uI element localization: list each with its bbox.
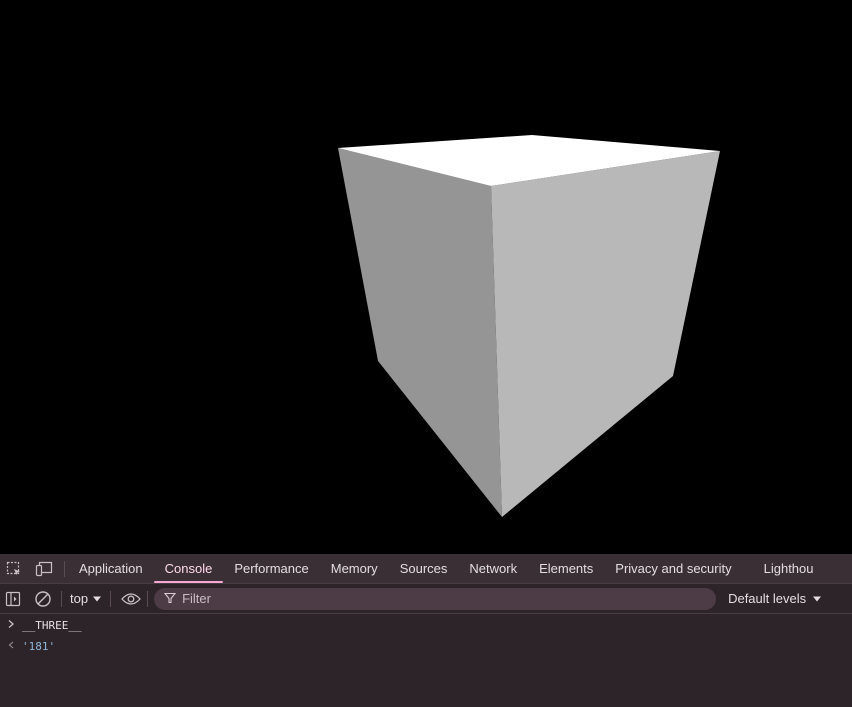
cube-left-face xyxy=(338,148,502,517)
tab-privacy-and-security[interactable]: Privacy and security xyxy=(604,554,742,583)
console-result-text: '181' xyxy=(22,640,56,653)
result-arrow-icon xyxy=(0,640,22,653)
sidebar-toggle-icon[interactable] xyxy=(1,584,25,613)
toolbar-separator xyxy=(110,590,112,607)
console-result-line: '181' xyxy=(0,636,852,657)
clear-console-icon[interactable] xyxy=(31,584,55,613)
caret-down-icon xyxy=(812,591,822,606)
devtools-tabbar: Application Console Performance Memory S… xyxy=(0,554,852,584)
console-toolbar: top Default levels xyxy=(0,584,852,614)
device-toolbar-icon[interactable] xyxy=(32,554,56,583)
tab-elements[interactable]: Elements xyxy=(528,554,604,583)
caret-down-icon xyxy=(92,591,102,606)
tab-sources[interactable]: Sources xyxy=(389,554,459,583)
tab-application[interactable]: Application xyxy=(68,554,154,583)
console-output[interactable]: __THREE__ '181' xyxy=(0,615,852,707)
inspect-element-icon[interactable] xyxy=(2,554,26,583)
tab-console[interactable]: Console xyxy=(153,554,224,583)
context-label: top xyxy=(70,591,89,606)
tab-network[interactable]: Network xyxy=(458,554,528,583)
log-levels-dropdown[interactable]: Default levels xyxy=(728,591,822,606)
filter-input[interactable] xyxy=(182,591,683,606)
cube-scene xyxy=(338,135,720,517)
toolbar-separator xyxy=(147,590,149,607)
filter-funnel-icon xyxy=(163,589,177,608)
log-levels-label: Default levels xyxy=(728,591,807,606)
filter-field[interactable] xyxy=(154,587,717,610)
cube-right-face xyxy=(491,151,720,517)
live-expression-eye-icon[interactable] xyxy=(117,584,145,613)
input-prompt-icon xyxy=(0,619,22,632)
console-input-text: __THREE__ xyxy=(22,619,82,632)
console-input-line: __THREE__ xyxy=(0,615,852,636)
webgl-canvas[interactable] xyxy=(0,0,852,554)
devtools-panel: Application Console Performance Memory S… xyxy=(0,554,852,707)
tab-memory[interactable]: Memory xyxy=(320,554,389,583)
tab-performance[interactable]: Performance xyxy=(223,554,319,583)
context-selector[interactable]: top xyxy=(62,591,110,606)
toolbar-separator xyxy=(64,560,65,577)
tab-lighthouse[interactable]: Lighthou xyxy=(753,554,825,583)
